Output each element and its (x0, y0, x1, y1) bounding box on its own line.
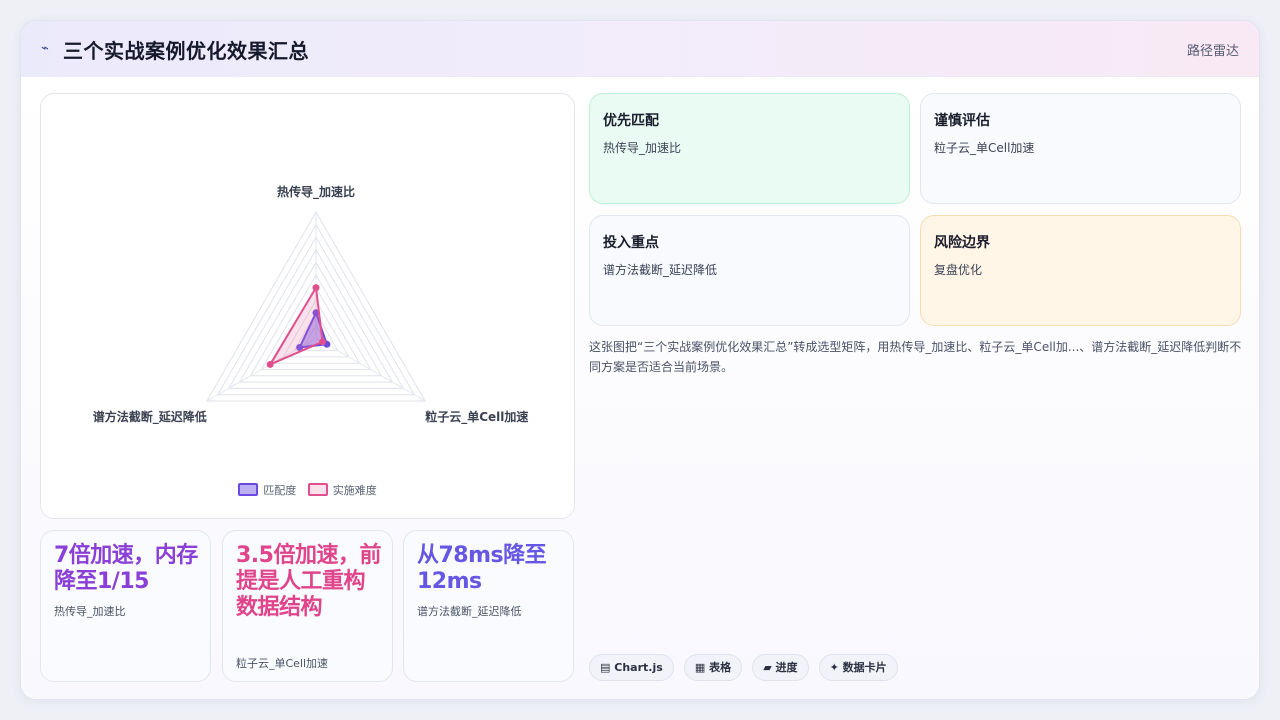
header-bar: ⌁ 三个实战案例优化效果汇总 路径雷达 (21, 21, 1259, 77)
chip-label: 进度 (775, 661, 798, 674)
matrix-card-heading: 风险边界 (934, 235, 990, 251)
chart-legend: 匹配度 实施难度 (41, 482, 574, 498)
matrix-card-focus[interactable]: 投入重点 谱方法截断_延迟降低 (589, 215, 910, 326)
chip-label: 数据卡片 (842, 661, 887, 674)
table-icon: ▦ (694, 661, 706, 674)
chip-table[interactable]: ▦ 表格 (683, 654, 743, 681)
legend-swatch-difficulty (307, 483, 328, 496)
chip-data-card[interactable]: ✦ 数据卡片 (818, 654, 898, 681)
progress-icon: ▰ (763, 661, 772, 674)
legend-label-match: 匹配度 (263, 484, 297, 497)
matrix-card-heading: 优先匹配 (603, 113, 659, 129)
trend-line-icon: ⌁ (41, 41, 49, 56)
legend-label-difficulty: 实施难度 (332, 484, 377, 497)
radar-axis-label: 谱方法截断_延迟降低 (93, 409, 207, 425)
stat-card-spectral: 从78ms降至12ms 谱方法截断_延迟降低 (403, 530, 574, 682)
sparkle-icon: ✦ (829, 661, 839, 674)
radar-data-point (266, 360, 274, 368)
radar-chart-panel: 热传导_加速比粒子云_单Cell加速 谱方法截断_延迟降低 匹配度 实施难度 (40, 93, 575, 519)
stat-value: 7倍加速，内存降至1/15 (54, 543, 198, 594)
matrix-card-text: 粒子云_单Cell加速 (934, 141, 1035, 155)
stat-label: 粒子云_单Cell加速 (236, 657, 329, 670)
chip-chartjs[interactable]: ▤ Chart.js (589, 654, 674, 681)
tech-chip-row: ▤ Chart.js ▦ 表格 ▰ 进度 ✦ 数据卡片 (589, 654, 903, 681)
page-title: 三个实战案例优化效果汇总 (63, 39, 309, 63)
radar-data-point (312, 284, 320, 292)
matrix-card-heading: 投入重点 (603, 235, 659, 251)
stat-value: 从78ms降至12ms (417, 543, 547, 594)
radar-axis-label: 粒子云_单Cell加速 (425, 409, 528, 425)
radar-chart: 热传导_加速比粒子云_单Cell加速 谱方法截断_延迟降低 (93, 184, 529, 425)
matrix-card-text: 谱方法截断_延迟降低 (603, 263, 718, 277)
legend-item-match[interactable]: 匹配度 (238, 482, 296, 498)
matrix-card-text: 复盘优化 (934, 263, 983, 277)
header-tag[interactable]: 路径雷达 (1187, 40, 1239, 59)
chip-label: Chart.js (614, 661, 663, 674)
radar-data-point (319, 338, 327, 346)
radar-series-area (267, 284, 324, 367)
matrix-card-heading: 谨慎评估 (934, 113, 990, 129)
matrix-card-text: 热传导_加速比 (603, 141, 682, 155)
matrix-card-risk[interactable]: 风险边界 复盘优化 (920, 215, 1241, 326)
chip-label: 表格 (709, 661, 732, 674)
matrix-card-caution[interactable]: 谨慎评估 粒子云_单Cell加速 (920, 93, 1241, 204)
chip-progress[interactable]: ▰ 进度 (752, 654, 809, 681)
matrix-card-priority[interactable]: 优先匹配 热传导_加速比 (589, 93, 910, 204)
stat-value: 3.5倍加速，前提是人工重构数据结构 (236, 543, 381, 620)
chart-icon: ▤ (600, 661, 611, 674)
dashboard-card: ⌁ 三个实战案例优化效果汇总 路径雷达 热传导_加速比 粒子云_单Cell加速 谱方… (20, 20, 1260, 700)
stat-label: 谱方法截断_延迟降低 (417, 605, 522, 618)
stat-card-heat: 7倍加速，内存降至1/15 热传导_加速比 (40, 530, 211, 682)
legend-item-difficulty[interactable]: 实施难度 (307, 482, 377, 498)
stat-label: 热传导_加速比 (54, 605, 126, 618)
radar-axis-label: 热传导_加速比 (277, 184, 355, 200)
chart-description: 这张图把“三个实战案例优化效果汇总”转成选型矩阵，用热传导_加速比、粒子云_单C… (589, 340, 1242, 374)
stat-card-particle: 3.5倍加速，前提是人工重构数据结构 粒子云_单Cell加速 (222, 530, 393, 682)
legend-swatch-match (238, 483, 259, 496)
